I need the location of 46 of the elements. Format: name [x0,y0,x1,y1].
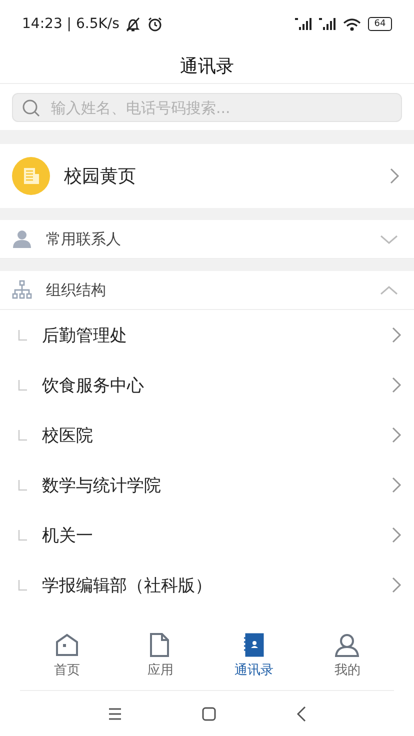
chevron-right-icon [391,376,402,394]
signal-icon [318,17,336,31]
department-row[interactable]: 数学与统计学院 [0,460,414,510]
person-icon [335,633,360,657]
search-icon [22,98,40,116]
back-icon [296,706,306,722]
chevron-up-icon [380,284,398,296]
department-row[interactable]: 饮食服务中心 [0,360,414,410]
alarm-icon [147,16,164,32]
chevron-right-icon [391,476,402,494]
campus-directory-row[interactable]: 校园黄页 [0,144,414,208]
department-row[interactable]: 机关一 [0,510,414,560]
chevron-right-icon [391,526,402,544]
section-header[interactable]: 组织结构 [0,271,414,310]
chevron-right-icon [389,167,400,185]
tree-branch-icon [18,480,28,490]
signal-icon [294,17,312,31]
org-chart-icon [12,280,32,300]
battery-icon: 64 [368,17,392,31]
search-field[interactable]: 输入姓名、电话号码搜索... [12,93,402,122]
department-row[interactable]: 后勤管理处 [0,310,414,360]
home-button-icon [202,706,216,720]
building-icon [24,168,39,184]
tab-item[interactable]: 我的 [300,622,394,690]
chevron-right-icon [391,326,402,344]
tree-branch-icon [18,380,28,390]
tree-branch-icon [18,430,28,440]
address-book-icon [242,633,266,657]
tab-item[interactable]: 首页 [20,622,114,690]
status-time: 14:23 | 6.5K/s [22,16,120,32]
tree-branch-icon [18,330,28,340]
tab-item[interactable]: 应用 [114,622,207,690]
home-icon [54,633,79,657]
mute-icon [125,16,142,32]
department-row[interactable]: 校医院 [0,410,414,460]
tab-item[interactable]: 通讯录 [207,622,300,690]
person-icon [12,229,32,249]
chevron-down-icon [380,234,398,244]
wifi-icon [342,17,362,31]
chevron-right-icon [391,426,402,444]
tree-branch-icon [18,530,28,540]
chevron-right-icon [391,576,402,594]
menu-icon [108,706,122,720]
page-title: 通讯录 [180,54,234,78]
department-row[interactable]: 学报编辑部（社科版） [0,560,414,610]
tree-branch-icon [18,580,28,590]
